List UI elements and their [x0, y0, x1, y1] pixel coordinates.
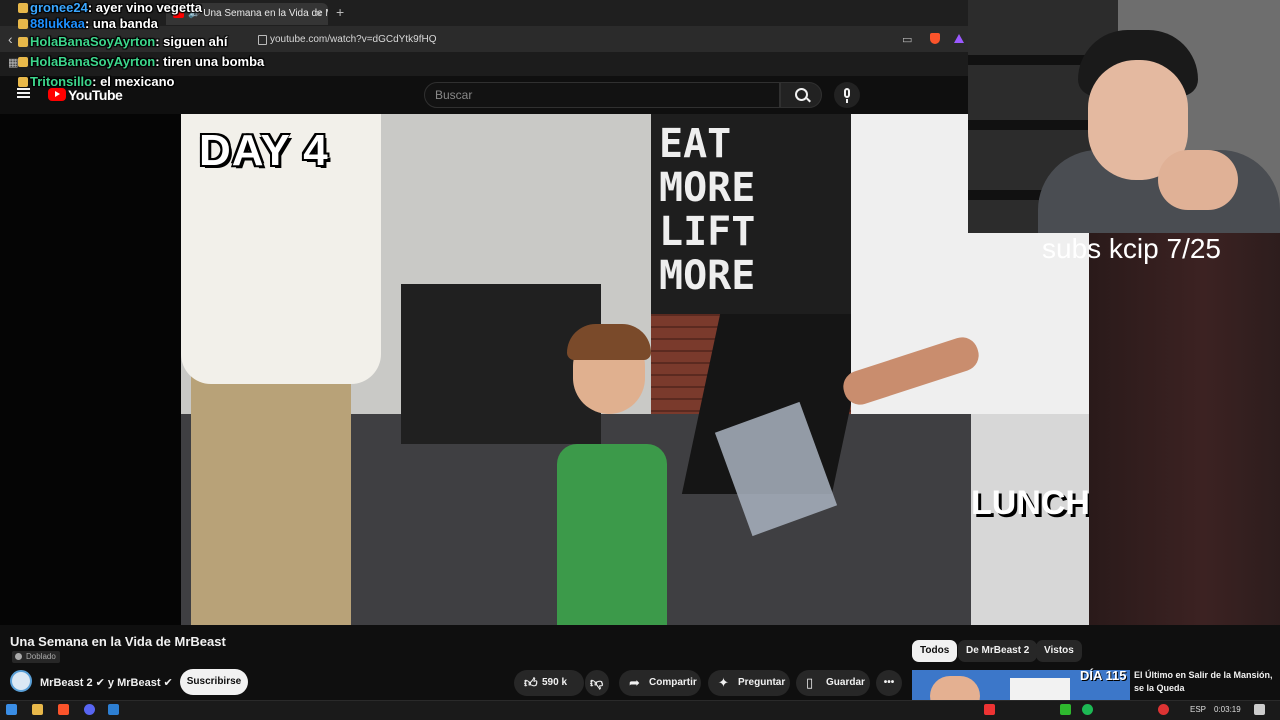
- url-field[interactable]: youtube.com/watch?v=dGCdYtk9fHQ: [270, 31, 890, 48]
- chat-message: HolaBanaSoyAyrton: siguen ahí: [18, 34, 227, 49]
- like-count: 590 k: [542, 677, 568, 688]
- cast-icon[interactable]: ▭: [902, 33, 912, 46]
- man-left-pants: [191, 374, 351, 625]
- treadmill: [401, 284, 601, 444]
- chat-username: Tritonsillo: [30, 74, 93, 89]
- chat-badge-icon: [18, 77, 28, 87]
- youtube-logo-text[interactable]: YouTube: [68, 87, 123, 103]
- kid-shirt: [557, 444, 667, 625]
- discord-icon[interactable]: [84, 704, 95, 715]
- ask-label: Preguntar: [738, 677, 786, 688]
- brave-rewards-icon[interactable]: [954, 34, 964, 43]
- chat-text: : tiren una bomba: [155, 54, 265, 69]
- chat-message: gronee24: ayer vino vegetta: [18, 0, 202, 15]
- chat-message: Tritonsillo: el mexicano: [18, 74, 175, 89]
- thumbs-down-icon: 👎︎: [590, 675, 604, 690]
- streamer-hand: [1158, 150, 1238, 210]
- mic-tray-icon[interactable]: [984, 704, 995, 715]
- subscribe-button[interactable]: Suscribirse: [180, 669, 248, 695]
- recommended-title[interactable]: El Último en Salir de la Mansión, se la …: [1134, 669, 1274, 695]
- clock[interactable]: 0:03:19: [1214, 705, 1241, 714]
- apps-grid-icon[interactable]: ▦: [8, 56, 18, 69]
- thumbnail-house: [1010, 678, 1070, 700]
- brave-browser-icon[interactable]: [58, 704, 69, 715]
- more-actions-button[interactable]: •••: [876, 670, 902, 696]
- chip-watched[interactable]: Vistos: [1036, 640, 1082, 662]
- bookmark-icon: ▯: [806, 675, 814, 690]
- chat-username: HolaBanaSoyAyrton: [30, 54, 156, 69]
- notifications-icon[interactable]: [1254, 704, 1265, 715]
- chat-username: 88lukkaa: [30, 16, 85, 31]
- youtube-logo-icon[interactable]: [48, 88, 66, 101]
- share-arrow-icon: ➦: [629, 675, 640, 690]
- thumbnail-day-text: DÍA 115: [1080, 668, 1127, 683]
- chat-text: : una banda: [84, 16, 158, 31]
- back-arrow-icon[interactable]: ‹: [8, 31, 13, 47]
- chat-text: : el mexicano: [92, 74, 175, 89]
- ask-button[interactable]: ✦ Preguntar: [708, 670, 790, 696]
- save-button[interactable]: ▯ Guardar: [796, 670, 870, 696]
- search-input[interactable]: Buscar: [424, 82, 780, 108]
- share-label: Compartir: [649, 677, 697, 688]
- tab-title: 🔊 Una Semana en la Vida de M: [188, 8, 328, 19]
- chip-all[interactable]: Todos: [912, 640, 958, 662]
- channel-avatar[interactable]: [10, 670, 32, 692]
- video-frame[interactable]: EAT MORE LIFT MORE LUNCH DAY 4: [181, 114, 1089, 625]
- language-indicator[interactable]: ESP: [1190, 705, 1206, 714]
- app-icon[interactable]: [108, 704, 119, 715]
- chat-message: HolaBanaSoyAyrton: tiren una bomba: [18, 54, 264, 69]
- share-button[interactable]: ➦ Compartir: [619, 670, 701, 696]
- voice-search-icon[interactable]: [834, 82, 860, 108]
- chat-badge-icon: [18, 37, 28, 47]
- like-button[interactable]: 👍︎ 590 k: [514, 670, 584, 696]
- dubbed-badge: Doblado: [12, 651, 60, 663]
- dislike-button[interactable]: 👎︎: [585, 670, 609, 696]
- webcam-feed: [968, 0, 1280, 233]
- tray-alert-icon[interactable]: [1158, 704, 1169, 715]
- chat-badge-icon: [18, 19, 28, 29]
- new-tab-button[interactable]: +: [336, 4, 344, 20]
- close-tab-icon[interactable]: ×: [316, 3, 322, 25]
- background-panel: [1089, 233, 1280, 625]
- spotify-icon[interactable]: [1082, 704, 1093, 715]
- chat-badge-icon: [18, 3, 28, 13]
- video-title: Una Semana en la Vida de MrBeast: [10, 634, 226, 649]
- tray-app-icon[interactable]: [1060, 704, 1071, 715]
- chat-username: HolaBanaSoyAyrton: [30, 34, 156, 49]
- start-menu-icon[interactable]: [6, 704, 17, 715]
- thumbs-up-icon: 👍︎: [524, 675, 538, 690]
- cart-text: LUNCH: [971, 484, 1089, 522]
- search-button[interactable]: [780, 82, 822, 108]
- save-label: Guardar: [826, 677, 865, 688]
- chalkboard-text: EAT MORE LIFT MORE: [659, 121, 756, 299]
- chat-text: : siguen ahí: [155, 34, 228, 49]
- chat-text: : ayer vino vegetta: [87, 0, 202, 15]
- chip-mrbeast2[interactable]: De MrBeast 2: [958, 640, 1038, 662]
- file-explorer-icon[interactable]: [32, 704, 43, 715]
- brave-shield-icon[interactable]: [930, 33, 940, 44]
- subs-goal-text: subs kcip 7/25: [1042, 233, 1221, 264]
- chat-badge-icon: [18, 57, 28, 67]
- channel-name[interactable]: MrBeast 2 ✔ y MrBeast ✔: [40, 676, 173, 689]
- site-info-icon[interactable]: [258, 35, 267, 45]
- chat-message: 88lukkaa: una banda: [18, 16, 158, 31]
- chat-username: gronee24: [30, 0, 88, 15]
- sparkle-icon: ✦: [718, 675, 729, 690]
- video-overlay-text: DAY 4: [199, 126, 329, 175]
- kid-hair: [567, 324, 651, 360]
